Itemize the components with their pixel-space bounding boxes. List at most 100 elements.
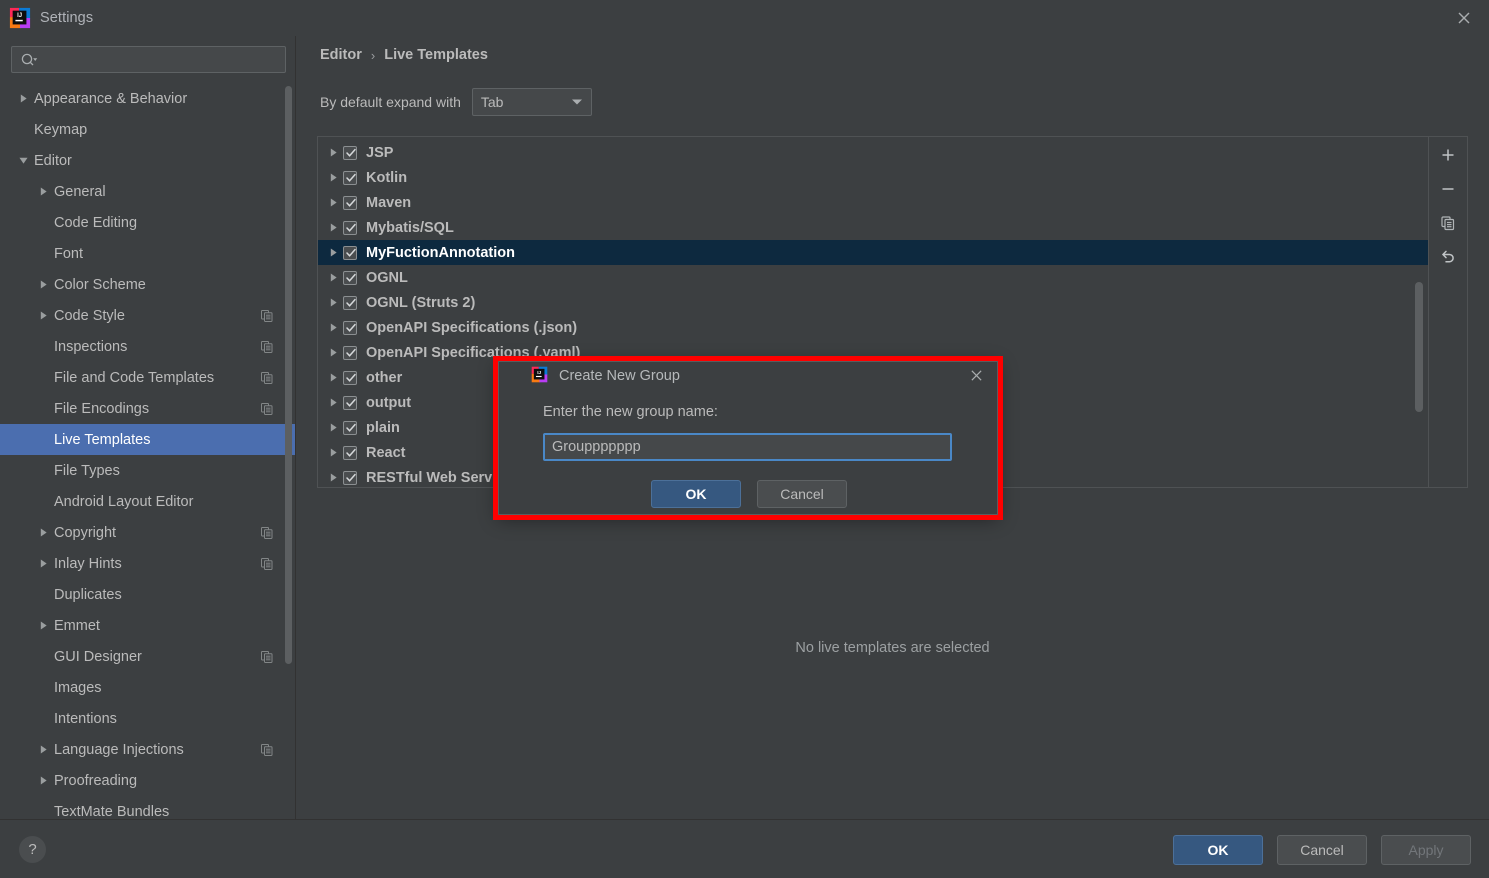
chevron-right-icon[interactable] — [323, 373, 343, 382]
table-row[interactable]: Mybatis/SQL — [318, 215, 1428, 240]
chevron-right-icon[interactable] — [34, 548, 52, 579]
template-group-checkbox[interactable] — [343, 295, 357, 310]
chevron-right-icon[interactable] — [323, 423, 343, 432]
apply-button[interactable]: Apply — [1381, 835, 1471, 865]
copy-settings-icon[interactable] — [260, 743, 274, 757]
sidebar-item-appearance-behavior[interactable]: Appearance & Behavior — [0, 83, 296, 114]
group-name-input[interactable] — [543, 433, 952, 461]
sidebar-scrollbar[interactable] — [285, 86, 292, 664]
chevron-right-icon[interactable] — [323, 223, 343, 232]
chevron-right-icon[interactable] — [323, 448, 343, 457]
dialog-cancel-button[interactable]: Cancel — [757, 480, 847, 508]
template-group-checkbox[interactable] — [343, 470, 357, 485]
cancel-button[interactable]: Cancel — [1277, 835, 1367, 865]
expand-with-dropdown[interactable]: Tab — [471, 88, 592, 116]
sidebar-item-file-and-code-templates[interactable]: File and Code Templates — [0, 362, 296, 393]
template-group-checkbox[interactable] — [343, 445, 357, 460]
sidebar-item-language-injections[interactable]: Language Injections — [0, 734, 296, 765]
sidebar-item-label: Language Injections — [54, 741, 184, 758]
chevron-right-icon[interactable] — [323, 473, 343, 482]
sidebar-item-copyright[interactable]: Copyright — [0, 517, 296, 548]
close-icon[interactable] — [967, 366, 985, 384]
sidebar-item-general[interactable]: General — [0, 176, 296, 207]
sidebar-item-android-layout-editor[interactable]: Android Layout Editor — [0, 486, 296, 517]
chevron-right-icon[interactable] — [34, 517, 52, 548]
sidebar-item-font[interactable]: Font — [0, 238, 296, 269]
template-group-checkbox[interactable] — [343, 345, 357, 360]
table-row[interactable]: JSP — [318, 140, 1428, 165]
chevron-down-icon[interactable] — [14, 145, 32, 176]
search-input[interactable] — [38, 52, 285, 67]
copy-settings-icon[interactable] — [260, 526, 274, 540]
sidebar-item-inspections[interactable]: Inspections — [0, 331, 296, 362]
sidebar-item-proofreading[interactable]: Proofreading — [0, 765, 296, 796]
template-group-checkbox[interactable] — [343, 320, 357, 335]
table-row[interactable]: OGNL (Struts 2) — [318, 290, 1428, 315]
chevron-right-icon[interactable] — [323, 348, 343, 357]
help-button[interactable]: ? — [19, 836, 46, 863]
template-group-checkbox[interactable] — [343, 395, 357, 410]
sidebar-item-code-editing[interactable]: Code Editing — [0, 207, 296, 238]
sidebar-item-emmet[interactable]: Emmet — [0, 610, 296, 641]
copy-settings-icon[interactable] — [260, 371, 274, 385]
ok-button[interactable]: OK — [1173, 835, 1263, 865]
sidebar-item-textmate-bundles[interactable]: TextMate Bundles — [0, 796, 296, 820]
search-icon — [20, 52, 38, 68]
chevron-right-icon[interactable] — [34, 610, 52, 641]
dialog-ok-button[interactable]: OK — [651, 480, 741, 508]
breadcrumb-parent[interactable]: Editor — [320, 47, 362, 63]
chevron-right-icon[interactable] — [323, 323, 343, 332]
template-group-checkbox[interactable] — [343, 420, 357, 435]
sidebar-item-live-templates[interactable]: Live Templates — [0, 424, 296, 455]
template-group-checkbox[interactable] — [343, 195, 357, 210]
add-icon[interactable] — [1435, 143, 1461, 167]
template-group-checkbox[interactable] — [343, 145, 357, 160]
revert-icon[interactable] — [1435, 245, 1461, 269]
sidebar-item-keymap[interactable]: Keymap — [0, 114, 296, 145]
chevron-right-icon[interactable] — [34, 734, 52, 765]
copy-settings-icon[interactable] — [260, 309, 274, 323]
table-row[interactable]: OpenAPI Specifications (.json) — [318, 315, 1428, 340]
template-list-scrollbar[interactable] — [1415, 282, 1423, 412]
copy-settings-icon[interactable] — [260, 557, 274, 571]
chevron-right-icon[interactable] — [34, 300, 52, 331]
chevron-right-icon[interactable] — [323, 298, 343, 307]
sidebar-item-inlay-hints[interactable]: Inlay Hints — [0, 548, 296, 579]
chevron-right-icon[interactable] — [323, 173, 343, 182]
table-row[interactable]: Kotlin — [318, 165, 1428, 190]
copy-settings-icon[interactable] — [260, 340, 274, 354]
chevron-right-icon[interactable] — [14, 83, 32, 114]
chevron-right-icon[interactable] — [323, 148, 343, 157]
table-row[interactable]: OGNL — [318, 265, 1428, 290]
sidebar-item-gui-designer[interactable]: GUI Designer — [0, 641, 296, 672]
table-row[interactable]: MyFuctionAnnotation — [318, 240, 1428, 265]
sidebar-item-color-scheme[interactable]: Color Scheme — [0, 269, 296, 300]
chevron-right-icon[interactable] — [323, 273, 343, 282]
template-group-checkbox[interactable] — [343, 270, 357, 285]
search-box[interactable] — [11, 46, 286, 73]
sidebar-item-duplicates[interactable]: Duplicates — [0, 579, 296, 610]
copy-settings-icon[interactable] — [260, 402, 274, 416]
chevron-right-icon[interactable] — [323, 398, 343, 407]
chevron-right-icon[interactable] — [34, 269, 52, 300]
sidebar-item-label: Emmet — [54, 617, 100, 634]
copy-settings-icon[interactable] — [260, 650, 274, 664]
sidebar-item-editor[interactable]: Editor — [0, 145, 296, 176]
chevron-right-icon[interactable] — [34, 765, 52, 796]
template-group-checkbox[interactable] — [343, 370, 357, 385]
template-group-checkbox[interactable] — [343, 245, 357, 260]
sidebar-item-intentions[interactable]: Intentions — [0, 703, 296, 734]
sidebar-item-code-style[interactable]: Code Style — [0, 300, 296, 331]
template-group-checkbox[interactable] — [343, 170, 357, 185]
close-icon[interactable] — [1453, 7, 1475, 29]
chevron-right-icon[interactable] — [323, 198, 343, 207]
sidebar-item-file-encodings[interactable]: File Encodings — [0, 393, 296, 424]
remove-icon[interactable] — [1435, 177, 1461, 201]
sidebar-item-file-types[interactable]: File Types — [0, 455, 296, 486]
duplicate-icon[interactable] — [1435, 211, 1461, 235]
chevron-right-icon[interactable] — [34, 176, 52, 207]
sidebar-item-images[interactable]: Images — [0, 672, 296, 703]
table-row[interactable]: Maven — [318, 190, 1428, 215]
chevron-right-icon[interactable] — [323, 248, 343, 257]
template-group-checkbox[interactable] — [343, 220, 357, 235]
